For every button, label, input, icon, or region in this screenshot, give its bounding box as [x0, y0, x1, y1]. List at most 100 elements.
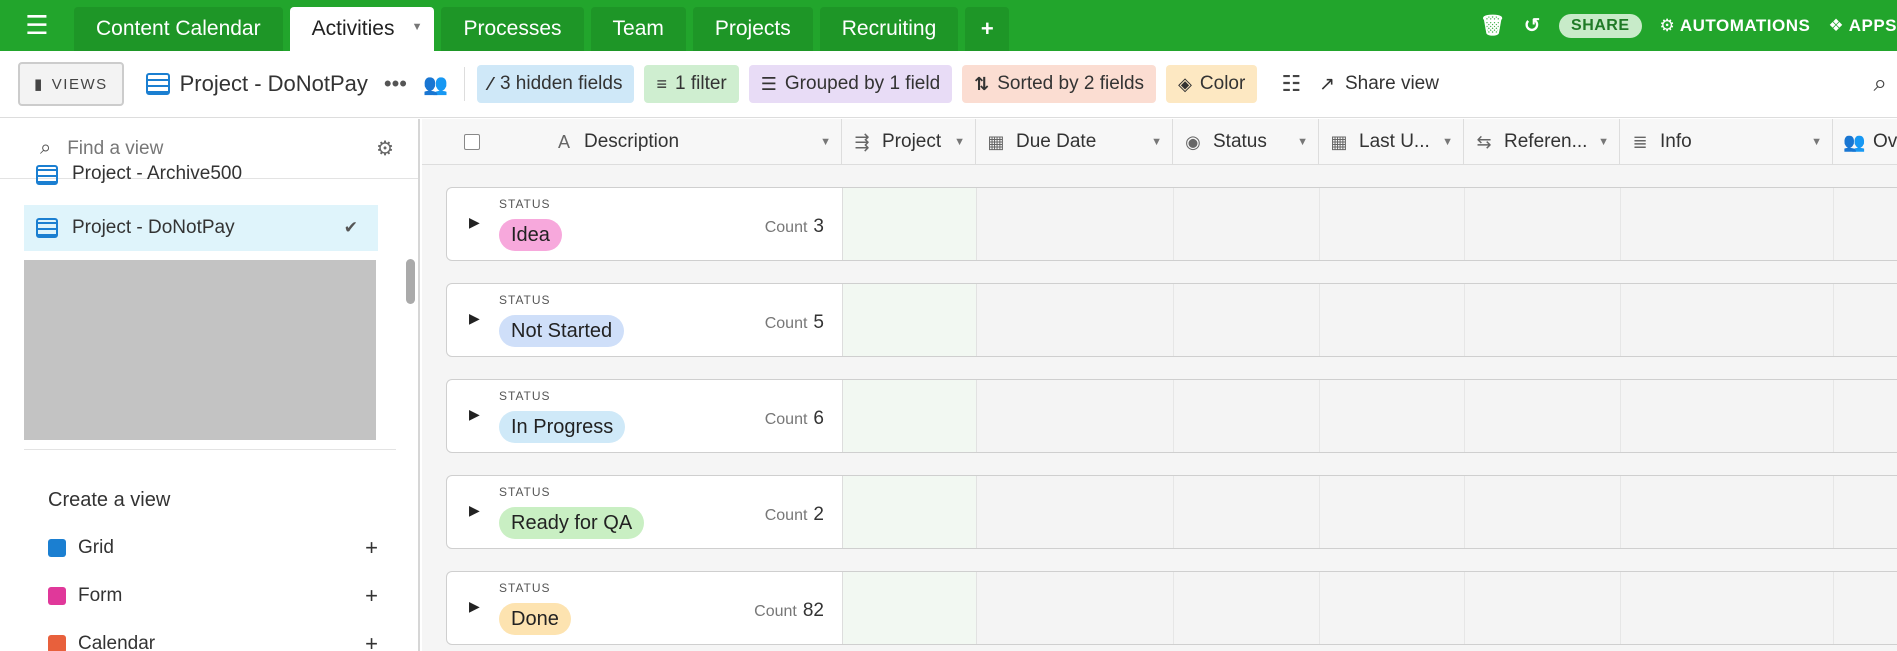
tab-activities[interactable]: Activities ▼: [289, 7, 435, 51]
column-header-description[interactable]: A Description ▼: [422, 119, 842, 165]
paint-bucket-icon: ◈: [1178, 73, 1192, 94]
group-cell: [1465, 188, 1621, 260]
status-badge: Not Started: [499, 315, 625, 347]
chevron-down-icon[interactable]: ▼: [1442, 136, 1453, 148]
create-form-view[interactable]: Form +: [48, 583, 378, 609]
sidebar-item-archive[interactable]: Project - Archive500: [24, 159, 378, 185]
menu-icon[interactable]: ☰: [0, 0, 74, 51]
color-button[interactable]: ◈ Color: [1166, 65, 1258, 103]
more-options-icon[interactable]: •••: [384, 71, 407, 97]
expand-triangle-icon[interactable]: ▶: [469, 598, 480, 615]
gear-icon[interactable]: ⚙: [376, 136, 394, 161]
group-cell: [1320, 476, 1465, 548]
history-icon[interactable]: ↺: [1524, 13, 1541, 38]
group-field-label: STATUS: [499, 197, 551, 211]
chevron-down-icon[interactable]: ▼: [1811, 136, 1822, 148]
chevron-down-icon[interactable]: ▼: [1297, 136, 1308, 148]
chevron-down-icon[interactable]: ▼: [412, 21, 423, 33]
column-header-reference[interactable]: ⇆ Referen... ▼: [1464, 119, 1620, 165]
group-field-label: STATUS: [499, 581, 551, 595]
search-icon: ⌕: [40, 137, 52, 159]
expand-triangle-icon[interactable]: ▶: [469, 502, 480, 519]
user-icon: 👥: [1843, 131, 1866, 152]
last-modified-icon: ▦: [1330, 131, 1348, 152]
expand-triangle-icon[interactable]: ▶: [469, 406, 480, 423]
share-button[interactable]: SHARE: [1559, 13, 1642, 38]
group-row-in-progress[interactable]: ▶ STATUS In Progress Count 6: [446, 379, 1897, 453]
chevron-down-icon[interactable]: ▼: [1598, 136, 1609, 148]
column-header-status[interactable]: ◉ Status ▼: [1173, 119, 1319, 165]
column-header-row: A Description ▼ ⇶ Project ▼ ▦ Due Date ▼ ◉ Stat…: [422, 119, 1897, 165]
hidden-fields-button[interactable]: ⁄ 3 hidden fields: [476, 65, 635, 103]
tab-processes[interactable]: Processes: [441, 7, 584, 51]
group-cell: [1465, 572, 1621, 644]
grid-area: A Description ▼ ⇶ Project ▼ ▦ Due Date ▼ ◉ Stat…: [422, 119, 1897, 651]
group-field-label: STATUS: [499, 389, 551, 403]
toolbar-divider: [463, 67, 465, 101]
group-header: ▶ STATUS Not Started Count 5: [447, 284, 843, 356]
group-cell: [1834, 572, 1897, 644]
expand-triangle-icon[interactable]: ▶: [469, 310, 480, 327]
group-row-not-started[interactable]: ▶ STATUS Not Started Count 5: [446, 283, 1897, 357]
group-count: Count 3: [764, 216, 824, 237]
group-cell: [1174, 380, 1320, 452]
tab-team[interactable]: Team: [590, 7, 686, 51]
group-cell: [1174, 188, 1320, 260]
group-cell: [1174, 476, 1320, 548]
group-row-idea[interactable]: ▶ STATUS Idea Count 3: [446, 187, 1897, 261]
trash-icon[interactable]: 🗑: [1480, 13, 1506, 38]
group-cell: [1621, 188, 1834, 260]
sort-button[interactable]: ⇅ Sorted by 2 fields: [962, 65, 1157, 103]
grid-icon: [36, 165, 58, 185]
group-button[interactable]: ☰ Grouped by 1 field: [748, 65, 953, 103]
tab-projects[interactable]: Projects: [692, 7, 813, 51]
filter-button[interactable]: ≡ 1 filter: [644, 65, 739, 103]
group-cell: [1465, 476, 1621, 548]
plus-icon[interactable]: +: [365, 535, 378, 561]
group-header: ▶ STATUS Idea Count 3: [447, 188, 843, 260]
select-all-checkbox[interactable]: [464, 134, 480, 150]
view-title[interactable]: Project - DoNotPay: [145, 71, 368, 97]
chevron-down-icon[interactable]: ▼: [820, 136, 831, 148]
group-count: Count 6: [764, 408, 824, 429]
column-header-owner[interactable]: 👥 Ov: [1833, 119, 1897, 165]
collaborators-icon[interactable]: 👥: [423, 72, 448, 97]
plus-icon[interactable]: +: [365, 583, 378, 609]
automations-button[interactable]: ⚙ AUTOMATIONS: [1660, 16, 1811, 36]
status-badge: Done: [499, 603, 571, 635]
share-view-button[interactable]: ↗ Share view: [1319, 73, 1439, 96]
column-header-last-updated[interactable]: ▦ Last U... ▼: [1319, 119, 1464, 165]
group-count: Count 82: [754, 600, 824, 621]
sidebar-item-donotpay[interactable]: Project - DoNotPay ✔: [24, 205, 378, 251]
chevron-down-icon[interactable]: ▼: [1151, 136, 1162, 148]
plus-icon[interactable]: +: [365, 631, 378, 651]
group-row-done[interactable]: ▶ STATUS Done Count 82: [446, 571, 1897, 645]
group-cell: [1621, 572, 1834, 644]
create-grid-view[interactable]: Grid +: [48, 535, 378, 561]
group-row-ready-for-qa[interactable]: ▶ STATUS Ready for QA Count 2: [446, 475, 1897, 549]
create-calendar-view[interactable]: Calendar +: [48, 631, 378, 651]
group-cell: [1320, 284, 1465, 356]
find-view-input[interactable]: [67, 137, 377, 160]
sidebar-scrollbar[interactable]: [406, 259, 415, 304]
group-header: ▶ STATUS Ready for QA Count 2: [447, 476, 843, 548]
chevron-down-icon[interactable]: ▼: [954, 136, 965, 148]
add-table-button[interactable]: +: [965, 7, 1010, 51]
apps-button[interactable]: ❖ APPS: [1828, 16, 1897, 36]
column-header-info[interactable]: ≣ Info ▼: [1620, 119, 1833, 165]
group-field-label: STATUS: [499, 485, 551, 499]
group-cell: [1834, 380, 1897, 452]
expand-triangle-icon[interactable]: ▶: [469, 214, 480, 231]
views-sidebar: ⌕ ⚙ Project - Archive500 Project - DoNot…: [0, 119, 420, 651]
group-header: ▶ STATUS Done Count 82: [447, 572, 843, 644]
column-header-project[interactable]: ⇶ Project ▼: [842, 119, 976, 165]
column-header-due-date[interactable]: ▦ Due Date ▼: [976, 119, 1173, 165]
group-cell: [1320, 188, 1465, 260]
group-field-label: STATUS: [499, 293, 551, 307]
tab-content-calendar[interactable]: Content Calendar: [74, 7, 283, 51]
tab-recruiting[interactable]: Recruiting: [819, 7, 959, 51]
search-icon[interactable]: ⌕: [1874, 70, 1887, 98]
check-icon: ✔: [343, 218, 358, 237]
views-toggle-button[interactable]: ▮ VIEWS: [18, 62, 124, 106]
row-height-icon[interactable]: ☷: [1281, 71, 1301, 97]
